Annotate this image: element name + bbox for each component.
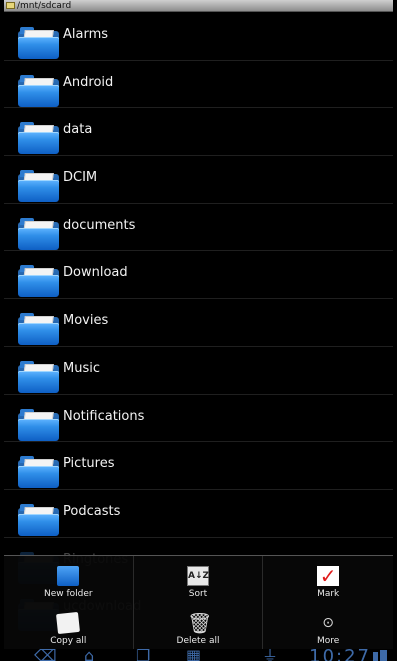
folder-icon: [18, 169, 59, 203]
mark-label: Mark: [317, 589, 340, 599]
folder-label: Podcasts: [63, 503, 121, 519]
folder-label: documents: [63, 217, 136, 233]
path-bar: /mnt/sdcard: [4, 0, 393, 12]
options-menu: New folder A↓Z Sort ✓ Mark Copy all 🗑 De…: [4, 555, 393, 650]
folder-label: Alarms: [63, 27, 109, 42]
folder-label: data: [63, 122, 93, 138]
folder-icon: [18, 455, 59, 489]
usb-icon: ⏚: [262, 649, 279, 661]
folder-label: DCIM: [63, 170, 98, 186]
list-item[interactable]: Alarms: [4, 13, 393, 61]
delete-all-button[interactable]: 🗑 Delete all: [134, 603, 264, 650]
signal-icon: [373, 652, 378, 661]
list-item[interactable]: documents: [4, 204, 393, 252]
list-item[interactable]: Download: [4, 251, 393, 300]
sort-label: Sort: [188, 589, 208, 599]
battery-icon: [380, 650, 387, 661]
folder-icon: [18, 26, 59, 59]
sort-button[interactable]: A↓Z Sort: [134, 556, 264, 603]
list-item[interactable]: Android: [4, 61, 393, 109]
new-folder-button[interactable]: New folder: [4, 556, 134, 603]
screenshot-icon[interactable]: ▦: [186, 649, 201, 661]
clock: 10:27: [309, 649, 371, 661]
folder-icon: [18, 312, 59, 346]
list-item[interactable]: data: [4, 108, 393, 157]
folder-list: Alarms Android data DCIM documents Downl…: [4, 13, 393, 633]
folder-label: Music: [63, 360, 100, 376]
system-nav-bar: ⌫ ⌂ ❐ ▦ ⏚ 10:27: [4, 649, 393, 661]
folder-icon: [18, 408, 59, 441]
delete-all-label: Delete all: [176, 636, 220, 646]
copy-all-label: Copy all: [50, 636, 87, 646]
folder-label: Android: [63, 74, 114, 90]
folder-icon: [18, 74, 59, 107]
screen: /mnt/sdcard Alarms Android data DCIM doc…: [4, 0, 393, 661]
folder-icon: [18, 503, 59, 536]
path-text: /mnt/sdcard: [17, 0, 72, 11]
list-item[interactable]: Pictures: [4, 442, 393, 490]
list-item[interactable]: Notifications: [4, 395, 393, 443]
folder-label: Movies: [63, 313, 109, 329]
new-folder-label: New folder: [44, 589, 93, 599]
folder-icon: [18, 360, 59, 393]
folder-label: Download: [63, 265, 128, 281]
more-icon: ⊙: [322, 615, 335, 631]
trash-icon: 🗑: [186, 611, 213, 635]
home-icon[interactable]: ⌂: [84, 649, 94, 661]
checkmark-icon: ✓: [317, 566, 340, 586]
more-button[interactable]: ⊙ More: [263, 603, 393, 650]
recent-apps-icon[interactable]: ❐: [136, 649, 150, 661]
folder-icon: [6, 2, 15, 9]
more-label: More: [317, 636, 340, 646]
list-item[interactable]: Movies: [4, 299, 393, 347]
new-folder-icon: [57, 566, 80, 586]
back-icon[interactable]: ⌫: [34, 649, 57, 661]
folder-label: Pictures: [63, 456, 115, 472]
folder-icon: [18, 121, 59, 155]
folder-icon: [18, 217, 59, 250]
mark-button[interactable]: ✓ Mark: [263, 556, 393, 603]
copy-all-button[interactable]: Copy all: [4, 603, 134, 650]
folder-icon: [18, 264, 59, 298]
list-item[interactable]: Music: [4, 347, 393, 395]
copy-icon: [56, 611, 81, 635]
folder-label: Notifications: [63, 408, 145, 424]
sort-icon: A↓Z: [186, 566, 209, 586]
list-item[interactable]: Podcasts: [4, 490, 393, 538]
list-item[interactable]: DCIM: [4, 156, 393, 204]
